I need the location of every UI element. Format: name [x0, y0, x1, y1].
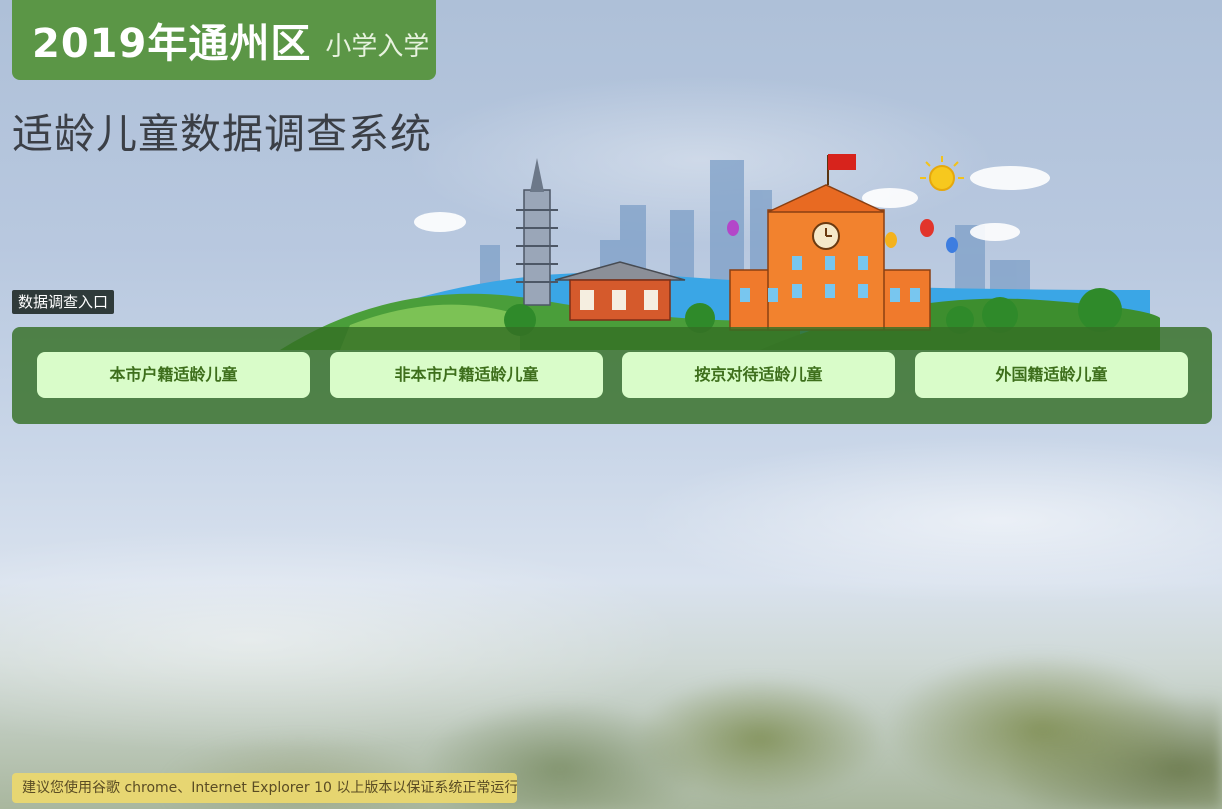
entry-button-panel: 本市户籍适龄儿童 非本市户籍适龄儿童 按京对待适龄儿童 外国籍适龄儿童 [12, 327, 1212, 424]
foreign-nationality-children-button[interactable]: 外国籍适龄儿童 [915, 352, 1188, 398]
survey-entry-label: 数据调查入口 [12, 290, 115, 314]
local-hukou-children-button[interactable]: 本市户籍适龄儿童 [37, 352, 310, 398]
browser-recommendation-notice: 建议您使用谷歌 chrome、Internet Explorer 10 以上版本… [12, 773, 517, 803]
treated-as-beijing-children-button[interactable]: 按京对待适龄儿童 [622, 352, 895, 398]
city-school-illustration [280, 154, 1160, 350]
non-local-hukou-children-button[interactable]: 非本市户籍适龄儿童 [330, 352, 603, 398]
page-title-sub: 小学入学 [325, 31, 430, 62]
title-banner: 2019年通州区 小学入学 [12, 0, 436, 80]
page-title: 2019年通州区 [32, 21, 312, 67]
